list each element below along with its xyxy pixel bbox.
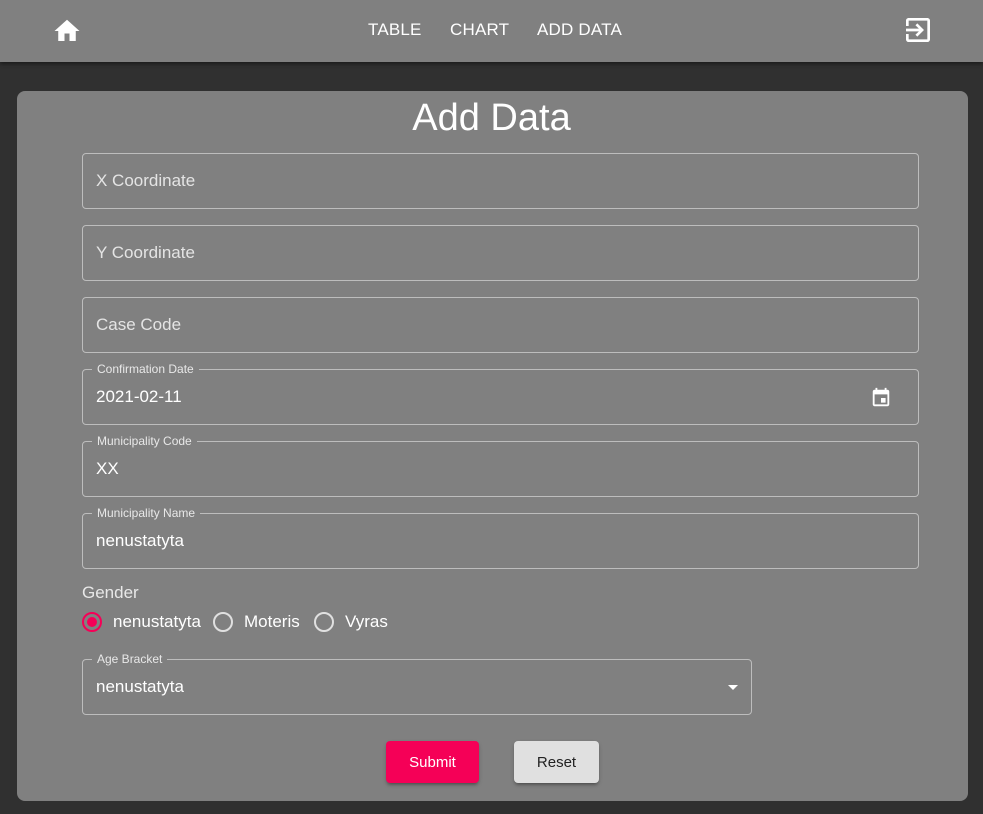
- app-bar: TABLE CHART ADD DATA: [0, 0, 983, 62]
- nav-link-chart[interactable]: CHART: [450, 19, 509, 41]
- municipality-name-field[interactable]: Municipality Name nenustatyta: [82, 506, 919, 569]
- municipality-name-label: Municipality Name: [92, 506, 201, 520]
- gender-option-label: nenustatyta: [113, 612, 201, 631]
- municipality-code-label: Municipality Code: [92, 434, 197, 448]
- confirmation-date-field[interactable]: Confirmation Date 2021-02-11: [82, 362, 919, 425]
- gender-radio-nenustatyta[interactable]: nenustatyta: [82, 611, 201, 633]
- calendar-icon[interactable]: [870, 387, 892, 409]
- logout-button[interactable]: [899, 11, 937, 49]
- nav-link-add-data[interactable]: ADD DATA: [537, 19, 622, 41]
- age-bracket-select[interactable]: Age Bracket nenustatyta: [82, 652, 752, 715]
- dropdown-arrow-icon[interactable]: [728, 685, 738, 690]
- gender-radio-moteris[interactable]: Moteris: [213, 611, 300, 633]
- y-coordinate-field[interactable]: Y Coordinate: [82, 225, 919, 281]
- age-bracket-value: nenustatyta: [96, 677, 184, 696]
- gender-option-label: Moteris: [244, 612, 300, 631]
- gender-option-label: Vyras: [345, 612, 388, 631]
- gender-legend: Gender: [82, 583, 139, 602]
- page-title: Add Data: [412, 97, 571, 139]
- reset-button[interactable]: Reset: [514, 741, 599, 783]
- case-code-placeholder: Case Code: [96, 315, 182, 334]
- nav-link-table[interactable]: TABLE: [368, 19, 422, 41]
- home-button[interactable]: [48, 12, 86, 50]
- x-coordinate-field[interactable]: X Coordinate: [82, 153, 919, 209]
- age-bracket-label: Age Bracket: [92, 652, 168, 666]
- gender-radio-vyras[interactable]: Vyras: [314, 611, 388, 633]
- municipality-code-field[interactable]: Municipality Code XX: [82, 434, 919, 497]
- x-coordinate-placeholder: X Coordinate: [96, 171, 196, 190]
- municipality-name-value: nenustatyta: [96, 531, 184, 550]
- confirmation-date-label: Confirmation Date: [92, 362, 199, 376]
- home-icon: [54, 19, 80, 41]
- radio-checked-icon[interactable]: [82, 612, 102, 632]
- radio-unchecked-icon[interactable]: [314, 612, 334, 632]
- confirmation-date-value: 2021-02-11: [96, 387, 182, 406]
- y-coordinate-placeholder: Y Coordinate: [96, 243, 195, 262]
- case-code-field[interactable]: Case Code: [82, 297, 919, 353]
- exit-to-app-icon: [906, 18, 930, 42]
- submit-button[interactable]: Submit: [386, 741, 479, 783]
- municipality-code-value: XX: [96, 459, 119, 478]
- radio-unchecked-icon[interactable]: [213, 612, 233, 632]
